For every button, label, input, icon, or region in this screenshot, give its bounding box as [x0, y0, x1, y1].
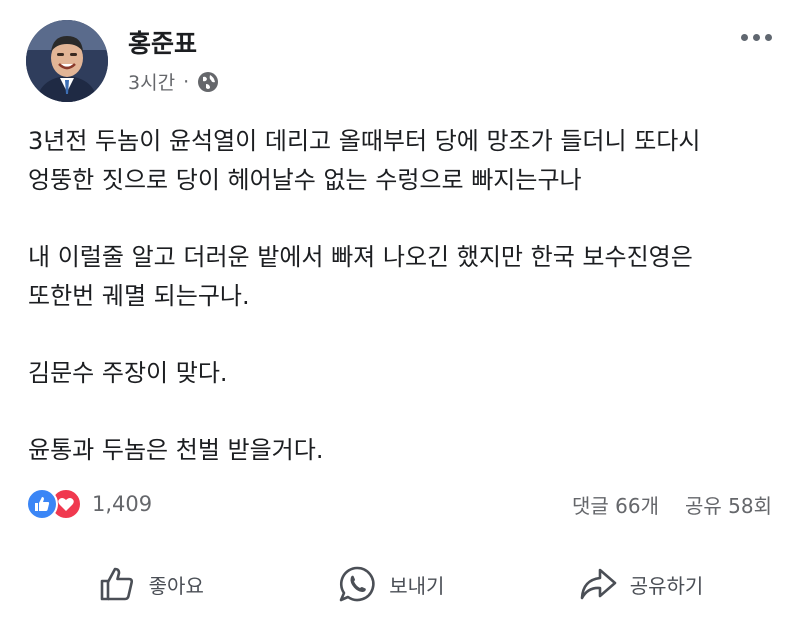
author-avatar[interactable] — [26, 20, 108, 102]
profile-photo-icon — [26, 20, 108, 102]
more-horizontal-icon-dot — [740, 33, 748, 41]
author-name[interactable]: 홍준표 — [128, 24, 197, 60]
post-actions: 좋아요 보내기 공유하기 — [0, 548, 800, 620]
reaction-count: 1,409 — [92, 492, 153, 516]
post-paragraph: 3년전 두놈이 윤석열이 데리고 올때부터 당에 망조가 들더니 또다시 엉뚱한… — [28, 127, 701, 194]
meta-separator: · — [183, 70, 190, 93]
post-header: 홍준표 3시간 · — [26, 20, 780, 104]
facebook-post: 홍준표 3시간 · 3년전 두놈이 윤석열이 데리고 올때부터 당에 망조가 들… — [0, 0, 800, 636]
send-button-label: 보내기 — [389, 573, 445, 598]
whatsapp-icon — [339, 566, 375, 602]
comment-count-link[interactable]: 댓글 66개 — [572, 490, 659, 519]
send-button[interactable]: 보내기 — [323, 558, 458, 610]
share-button[interactable]: 공유하기 — [564, 558, 718, 610]
post-paragraph: 윤통과 두놈은 천벌 받을거다. — [28, 436, 324, 464]
thumbs-up-icon — [100, 567, 133, 601]
post-paragraph: 내 이럴줄 알고 더러운 밭에서 빠져 나오긴 했지만 한국 보수진영은 또한번… — [28, 243, 693, 310]
post-timestamp[interactable]: 3시간 — [128, 68, 175, 95]
like-button-label: 좋아요 — [148, 573, 204, 598]
share-count-link[interactable]: 공유 58회 — [685, 490, 772, 519]
more-horizontal-icon-dot — [752, 33, 760, 41]
post-meta: 3시간 · — [128, 68, 219, 95]
post-body: 3년전 두놈이 윤석열이 데리고 올때부터 당에 망조가 들더니 또다시 엉뚱한… — [28, 122, 760, 508]
share-arrow-icon — [580, 568, 617, 600]
post-paragraph: 김문수 주장이 맞다. — [28, 359, 228, 387]
more-options-button[interactable] — [732, 20, 780, 54]
like-icon — [26, 488, 58, 520]
globe-icon[interactable] — [197, 71, 219, 93]
share-button-label: 공유하기 — [629, 573, 704, 598]
reactions-summary[interactable]: 1,409 — [26, 486, 152, 522]
engagement-stats: 댓글 66개 공유 58회 — [572, 490, 772, 519]
more-horizontal-icon-dot — [764, 33, 772, 41]
like-button[interactable]: 좋아요 — [83, 558, 218, 610]
